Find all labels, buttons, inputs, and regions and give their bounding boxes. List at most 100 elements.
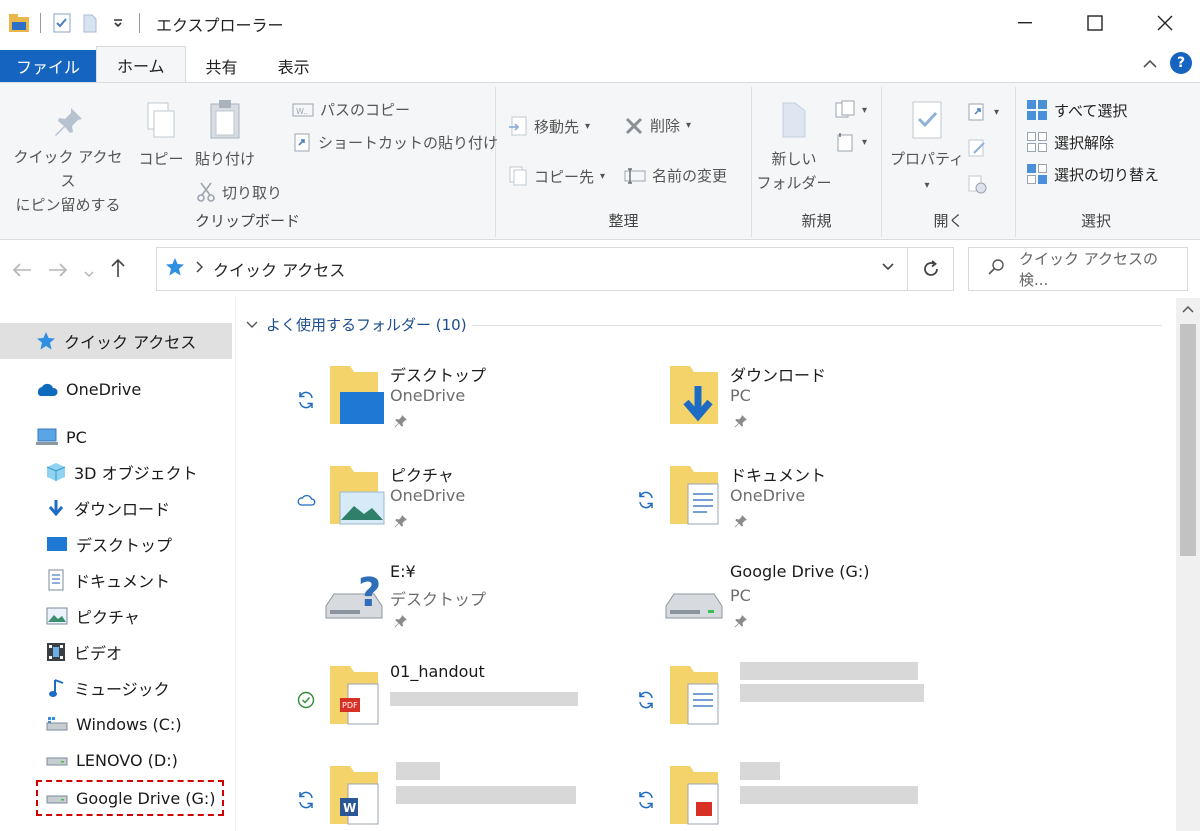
folder-tile-blurred[interactable] bbox=[634, 662, 954, 752]
copy-path-button[interactable]: W.. パスのコピー bbox=[292, 99, 410, 120]
history-button[interactable] bbox=[966, 173, 988, 195]
open-group: プロパティ ▾ ▾ 開く bbox=[882, 87, 1016, 237]
help-button[interactable]: ? bbox=[1170, 52, 1192, 74]
sidebar-item-onedrive[interactable]: OneDrive bbox=[0, 371, 232, 407]
breadcrumb-quick-access[interactable]: クイック アクセス bbox=[213, 257, 345, 281]
breadcrumb-chevron-icon[interactable] bbox=[195, 261, 204, 277]
frequent-folders-header[interactable]: よく使用するフォルダー (10) bbox=[246, 314, 467, 335]
sidebar-item-3d-objects[interactable]: 3D オブジェクト bbox=[0, 454, 232, 490]
tab-view[interactable]: 表示 bbox=[258, 50, 330, 82]
paste-button[interactable]: 貼り付け bbox=[190, 99, 260, 171]
delete-button[interactable]: 削除 ▾ bbox=[624, 115, 691, 136]
collapse-ribbon-icon[interactable] bbox=[1142, 54, 1158, 73]
paste-icon bbox=[210, 100, 240, 139]
refresh-button[interactable] bbox=[908, 247, 954, 291]
folder-tile-google-drive[interactable]: Google Drive (G:) PC bbox=[634, 562, 954, 652]
maximize-button[interactable] bbox=[1060, 0, 1130, 46]
cut-label: 切り取り bbox=[222, 183, 283, 202]
forward-arrow-icon[interactable] bbox=[48, 259, 68, 283]
documents-folder-icon bbox=[670, 466, 719, 525]
cut-button[interactable]: 切り取り bbox=[196, 181, 282, 203]
tab-home[interactable]: ホーム bbox=[96, 46, 186, 82]
close-button[interactable] bbox=[1130, 0, 1200, 46]
folder-tile-handout[interactable]: PDF 01_handout bbox=[294, 662, 614, 752]
invert-selection-icon bbox=[1027, 164, 1047, 184]
desktop-folder-icon bbox=[330, 366, 384, 424]
vertical-scrollbar[interactable] bbox=[1176, 298, 1200, 831]
recent-locations-chevron-icon[interactable] bbox=[84, 259, 94, 283]
cloud-icon bbox=[37, 383, 58, 396]
new-folder-button[interactable]: 新しい フォルダー bbox=[756, 99, 832, 195]
sidebar-item-label: 3D オブジェクト bbox=[74, 464, 198, 483]
select-none-button[interactable]: 選択解除 bbox=[1026, 131, 1114, 153]
delete-label: 削除 bbox=[650, 117, 681, 135]
folder-tile-e-drive[interactable]: ? E:¥ デスクトップ bbox=[294, 562, 614, 652]
scroll-up-icon[interactable] bbox=[1176, 302, 1200, 316]
sidebar-item-pc[interactable]: PC bbox=[0, 419, 232, 455]
edit-button[interactable] bbox=[966, 137, 988, 159]
paste-shortcut-button[interactable]: ショートカットの貼り付け bbox=[292, 131, 498, 153]
sidebar-item-videos[interactable]: ビデオ bbox=[0, 634, 232, 670]
open-button[interactable]: ▾ bbox=[966, 101, 999, 123]
delete-dropdown-icon: ▾ bbox=[686, 120, 692, 131]
search-placeholder: クイック アクセスの検... bbox=[1019, 250, 1159, 289]
minimize-button[interactable] bbox=[990, 0, 1060, 46]
sidebar-item-pictures[interactable]: ピクチャ bbox=[0, 598, 232, 634]
rename-button[interactable]: 名前の変更 bbox=[624, 165, 727, 186]
chevron-down-icon[interactable] bbox=[107, 12, 129, 34]
select-group-label: 選択 bbox=[1080, 212, 1111, 230]
drive-icon bbox=[46, 757, 68, 766]
sidebar-item-music[interactable]: ミュージック bbox=[0, 670, 232, 706]
address-bar[interactable]: クイック アクセス bbox=[156, 247, 908, 291]
new-folder-icon bbox=[782, 102, 806, 138]
sidebar-item-quick-access[interactable]: クイック アクセス bbox=[0, 323, 232, 359]
sidebar-item-windows-c[interactable]: Windows (C:) bbox=[0, 706, 232, 742]
select-all-button[interactable]: すべて選択 bbox=[1026, 99, 1127, 121]
ribbon: クイック アクセス にピン留めする コピー 貼り付け W.. パスのコピー ショ… bbox=[0, 82, 1200, 240]
toolbar-divider bbox=[40, 13, 41, 33]
properties-button[interactable]: プロパティ ▾ bbox=[888, 99, 966, 198]
folder-tile-word[interactable]: W bbox=[294, 762, 614, 831]
tab-share[interactable]: 共有 bbox=[186, 50, 258, 82]
chevron-down-icon bbox=[246, 321, 258, 328]
address-history-chevron-icon[interactable] bbox=[881, 260, 895, 276]
sidebar-item-lenovo-d[interactable]: LENOVO (D:) bbox=[0, 742, 232, 778]
easy-access-button[interactable]: ▾ bbox=[834, 131, 867, 153]
copy-to-button[interactable]: コピー先 ▾ bbox=[508, 165, 605, 187]
sidebar-item-label: ビデオ bbox=[74, 644, 123, 663]
document-icon bbox=[48, 569, 64, 591]
sidebar-item-downloads[interactable]: ダウンロード bbox=[0, 490, 232, 526]
folder-tile-desktop[interactable]: デスクトップ OneDrive bbox=[294, 362, 614, 452]
back-arrow-icon[interactable] bbox=[12, 259, 32, 283]
select-all-label: すべて選択 bbox=[1054, 101, 1128, 120]
invert-selection-button[interactable]: 選択の切り替え bbox=[1026, 163, 1159, 185]
scrollbar-thumb[interactable] bbox=[1180, 324, 1196, 556]
tab-file[interactable]: ファイル bbox=[0, 50, 97, 82]
new-item-dropdown-icon: ▾ bbox=[862, 104, 868, 116]
folder-tile-pictures[interactable]: ピクチャ OneDrive bbox=[294, 462, 614, 552]
pin-to-quick-access-button[interactable]: クイック アクセス にピン留めする bbox=[6, 105, 130, 217]
group-divider bbox=[472, 325, 1162, 326]
new-folder-icon[interactable] bbox=[79, 12, 101, 34]
rename-icon bbox=[624, 167, 646, 184]
paste-shortcut-icon bbox=[294, 133, 310, 152]
folder-tile-blurred-2[interactable] bbox=[634, 762, 954, 831]
folder-tile-downloads[interactable]: ダウンロード PC bbox=[634, 362, 954, 452]
sidebar-item-documents[interactable]: ドキュメント bbox=[0, 562, 232, 598]
copy-button[interactable]: コピー bbox=[134, 101, 188, 171]
title-bar: エクスプローラー bbox=[0, 0, 1200, 46]
svg-text:PDF: PDF bbox=[342, 701, 358, 710]
star-icon bbox=[37, 332, 55, 350]
blurred-location bbox=[740, 684, 924, 702]
explorer-folder-icon[interactable] bbox=[8, 12, 30, 34]
new-item-button[interactable]: ▾ bbox=[834, 99, 867, 121]
properties-icon[interactable] bbox=[51, 12, 73, 34]
search-box[interactable]: クイック アクセスの検... bbox=[968, 247, 1188, 291]
sidebar-item-label: デスクトップ bbox=[76, 536, 173, 555]
blurred-name bbox=[396, 762, 440, 780]
folder-tile-documents[interactable]: ドキュメント OneDrive bbox=[634, 462, 954, 552]
up-arrow-icon[interactable] bbox=[110, 258, 126, 283]
sidebar-item-desktop[interactable]: デスクトップ bbox=[0, 526, 232, 562]
open-group-label: 開く bbox=[933, 212, 964, 230]
move-to-button[interactable]: 移動先 ▾ bbox=[508, 115, 590, 137]
